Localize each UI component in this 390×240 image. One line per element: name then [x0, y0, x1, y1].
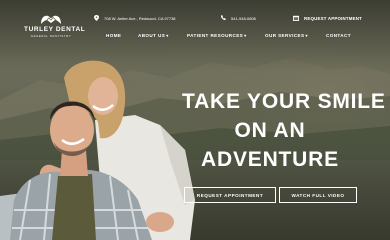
nav-home[interactable]: HOME [106, 33, 121, 38]
hero-headline-line-1: TAKE YOUR SMILE [182, 90, 386, 113]
nav-contact[interactable]: CONTACT [326, 33, 351, 38]
nav-patient-resources[interactable]: PATIENT RESOURCES▾ [187, 33, 247, 38]
main-nav: HOME ABOUT US▾ PATIENT RESOURCES▾ OUR SE… [0, 33, 390, 41]
nav-about-us[interactable]: ABOUT US▾ [138, 33, 169, 38]
header-appointment-text: REQUEST APPOINTMENT [304, 16, 363, 21]
nav-our-services[interactable]: OUR SERVICES▾ [265, 33, 308, 38]
phone-icon [221, 15, 226, 21]
tooth-mountain-logo-icon [41, 15, 61, 24]
hero-section: TURLEY DENTAL GENERAL DENTISTRY 708 W. A… [0, 0, 390, 240]
brand-name: TURLEY DENTAL [24, 26, 86, 33]
nav-patient-resources-label: PATIENT RESOURCES [187, 33, 244, 38]
site-header: TURLEY DENTAL GENERAL DENTISTRY 708 W. A… [0, 0, 390, 52]
chevron-down-icon: ▾ [244, 33, 247, 38]
calendar-icon [293, 15, 299, 22]
address-text: 708 W. Antler Ave., Redwood, CA 97738 [104, 16, 176, 21]
hero-headline-line-3: ADVENTURE [201, 148, 339, 171]
phone-link[interactable]: 541-948-0806 [221, 15, 256, 21]
nav-our-services-label: OUR SERVICES [265, 33, 305, 38]
nav-about-us-label: ABOUT US [138, 33, 166, 38]
request-appointment-button[interactable]: REQUEST APPOINTMENT [184, 187, 276, 203]
chevron-down-icon: ▾ [166, 33, 169, 38]
watch-full-video-button[interactable]: WATCH FULL VIDEO [279, 187, 357, 203]
header-request-appointment-link[interactable]: REQUEST APPOINTMENT [293, 15, 362, 22]
address-link[interactable]: 708 W. Antler Ave., Redwood, CA 97738 [94, 15, 176, 22]
nav-contact-label: CONTACT [326, 33, 351, 38]
hero-headline-line-2: ON AN [234, 119, 306, 142]
map-pin-icon [94, 15, 99, 22]
chevron-down-icon: ▾ [305, 33, 308, 38]
hero-headline: TAKE YOUR SMILE ON AN ADVENTURE [182, 87, 386, 174]
nav-home-label: HOME [106, 33, 122, 38]
phone-text: 541-948-0806 [231, 15, 256, 21]
